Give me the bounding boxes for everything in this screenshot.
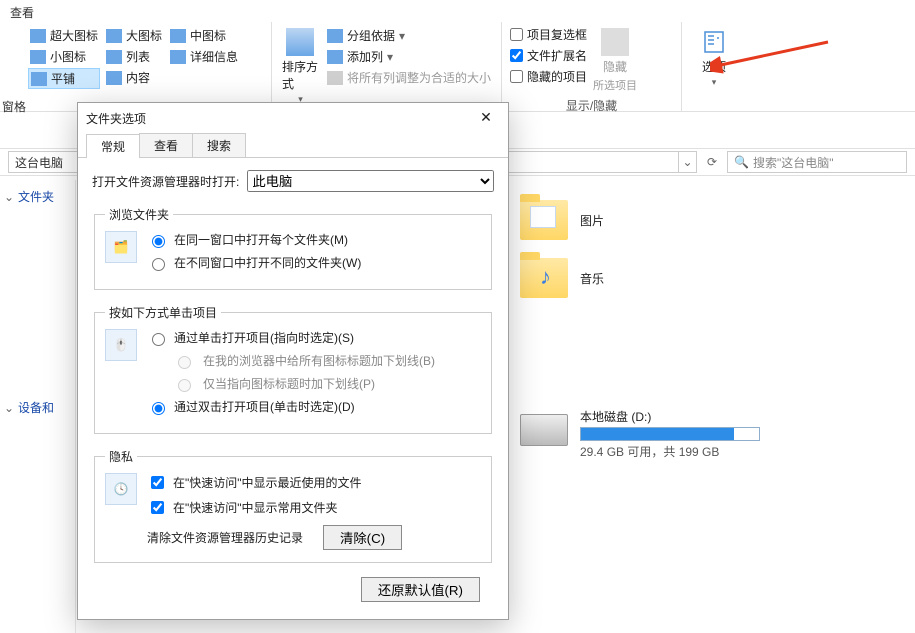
drive-usage-bar — [580, 427, 760, 441]
radio-double-click[interactable] — [152, 402, 165, 415]
layout-tiles[interactable]: 平铺 — [28, 68, 100, 89]
layout-content[interactable]: 内容 — [104, 68, 164, 87]
search-placeholder: 搜索"这台电脑" — [753, 154, 834, 171]
privacy-icon: 🕓 — [105, 473, 137, 505]
close-button[interactable]: ✕ — [472, 107, 500, 129]
dialog-title: 文件夹选项 — [86, 110, 472, 127]
content-area: 图片 ♪ 音乐 本地磁盘 (D:) 29.4 GB 可用，共 199 GB — [520, 200, 915, 633]
drive-detail: 29.4 GB 可用，共 199 GB — [580, 443, 780, 460]
nav-tree: ⌄文件夹 ⌄设备和 — [0, 180, 76, 633]
chk-frequent-folders[interactable] — [151, 501, 164, 514]
showhide-group-label: 显示/隐藏 — [510, 97, 673, 114]
click-icon: 🖱️ — [105, 329, 137, 361]
chk-hidden-items[interactable]: 隐藏的项目 — [510, 68, 587, 85]
clear-history-label: 清除文件资源管理器历史记录 — [147, 529, 303, 546]
layout-m-icons[interactable]: 中图标 — [168, 26, 240, 45]
layout-list[interactable]: 列表 — [104, 47, 164, 66]
click-items-group: 按如下方式单击项目 🖱️ 通过单击打开项目(指向时选定)(S) 在我的浏览器中给… — [94, 304, 492, 434]
drive-label: 本地磁盘 (D:) — [580, 408, 780, 425]
ribbon-group-options: 选项 ▾ — [682, 22, 746, 111]
dialog-tabs: 常规 查看 搜索 — [78, 133, 508, 158]
open-to-label: 打开文件资源管理器时打开: — [92, 173, 239, 190]
radio-own-window[interactable] — [152, 258, 165, 271]
tree-folders[interactable]: ⌄文件夹 — [4, 186, 71, 207]
options-icon — [700, 28, 728, 56]
folder-icon — [520, 200, 568, 240]
tab-general[interactable]: 常规 — [86, 134, 140, 158]
group-by-button[interactable]: 分组依据 ▾ — [325, 26, 493, 45]
breadcrumb-node: 这台电脑 — [15, 154, 63, 171]
ribbon-group-sort: 排序方式 ▾ 分组依据 ▾ 添加列 ▾ 将所有列调整为合适的大小 — [272, 22, 502, 111]
layout-s-icons[interactable]: 小图标 — [28, 47, 100, 66]
chk-item-checkboxes[interactable]: 项目复选框 — [510, 26, 587, 43]
radio-underline-point — [178, 379, 191, 392]
options-button[interactable]: 选项 ▾ — [690, 26, 738, 90]
breadcrumb-dropdown[interactable]: ⌄ — [678, 152, 696, 172]
layout-details[interactable]: 详细信息 — [168, 47, 240, 66]
tree-devices[interactable]: ⌄设备和 — [4, 397, 71, 418]
sort-by-button[interactable]: 排序方式 ▾ — [280, 26, 321, 109]
browse-icon: 🗂️ — [105, 231, 137, 263]
dialog-titlebar[interactable]: 文件夹选项 ✕ — [78, 103, 508, 133]
ribbon: 窗格 超大图标 小图标 平铺 大图标 列表 内容 中图标 详细信息 x — [0, 22, 915, 112]
search-icon: 🔍 — [734, 155, 749, 169]
drive-icon — [520, 414, 568, 446]
folder-music[interactable]: ♪ 音乐 — [520, 258, 915, 298]
folder-pictures[interactable]: 图片 — [520, 200, 915, 240]
radio-single-click[interactable] — [152, 333, 165, 346]
tab-search[interactable]: 搜索 — [192, 133, 246, 157]
ribbon-group-showhide: 项目复选框 文件扩展名 隐藏的项目 隐藏 所选项目 显示/隐藏 — [502, 22, 682, 111]
folder-icon: ♪ — [520, 258, 568, 298]
clear-button[interactable]: 清除(C) — [323, 525, 402, 550]
tab-view[interactable]: 查看 — [139, 133, 193, 157]
click-legend: 按如下方式单击项目 — [105, 304, 221, 321]
add-columns-button[interactable]: 添加列 ▾ — [325, 47, 493, 66]
chk-file-ext[interactable]: 文件扩展名 — [510, 47, 587, 64]
layout-l-icons[interactable]: 大图标 — [104, 26, 164, 45]
ribbon-group-pane-label: 窗格 — [0, 98, 26, 115]
size-columns-button: 将所有列调整为合适的大小 — [325, 68, 493, 87]
privacy-legend: 隐私 — [105, 448, 137, 465]
drive-d[interactable]: 本地磁盘 (D:) 29.4 GB 可用，共 199 GB — [520, 408, 915, 460]
hide-selected-button: 隐藏 所选项目 — [591, 26, 639, 95]
chk-recent-files[interactable] — [151, 476, 164, 489]
browse-folders-group: 浏览文件夹 🗂️ 在同一窗口中打开每个文件夹(M) 在不同窗口中打开不同的文件夹… — [94, 206, 492, 290]
folder-options-dialog: 文件夹选项 ✕ 常规 查看 搜索 打开文件资源管理器时打开: 此电脑 浏览文件夹… — [77, 102, 509, 620]
radio-underline-browser — [178, 356, 191, 369]
open-to-select[interactable]: 此电脑 — [247, 170, 494, 192]
radio-same-window[interactable] — [152, 235, 165, 248]
ribbon-group-layout: 超大图标 小图标 平铺 大图标 列表 内容 中图标 详细信息 x — [20, 22, 272, 111]
restore-defaults-button[interactable]: 还原默认值(R) — [361, 577, 480, 602]
search-input[interactable]: 🔍 搜索"这台电脑" — [727, 151, 907, 173]
refresh-icon[interactable]: ⟳ — [703, 155, 721, 169]
layout-xl-icons[interactable]: 超大图标 — [28, 26, 100, 45]
privacy-group: 隐私 🕓 在"快速访问"中显示最近使用的文件 在"快速访问"中显示常用文件夹 清… — [94, 448, 492, 563]
music-icon: ♪ — [540, 264, 551, 290]
browse-legend: 浏览文件夹 — [105, 206, 173, 223]
